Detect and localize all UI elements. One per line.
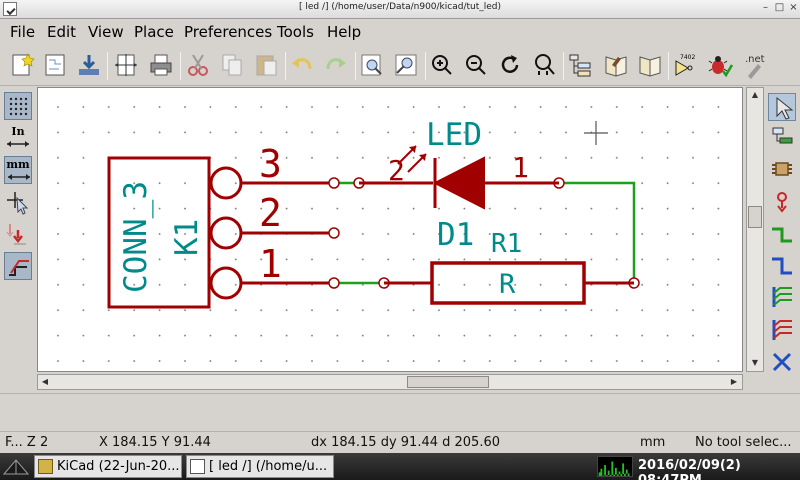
led-value: LED [426,117,482,153]
menu-help[interactable]: Help [327,23,361,41]
hierarchy-nav-tool-icon[interactable] [768,124,796,152]
led-ref: D1 [437,217,474,253]
window-title: [ led /] (/home/user/Data/n900/kicad/tut… [298,2,502,12]
print-icon[interactable] [147,51,175,79]
svg-text:.net: .net [745,54,765,65]
kicad-eeschema-window: [ led /] (/home/user/Data/n900/kicad/tut… [0,0,800,480]
page-settings-icon[interactable] [112,51,140,79]
message-panel [0,393,800,431]
library-browser-icon[interactable] [636,51,664,79]
taskbar-item-kicad-label: KiCad (22-Jun-20... [57,459,180,474]
library-editor-icon[interactable] [602,51,630,79]
erc-icon[interactable] [706,51,734,79]
resistor-ref: R1 [491,229,522,259]
place-power-icon[interactable] [768,188,796,216]
menu-place[interactable]: Place [134,23,174,41]
svg-text:7402: 7402 [680,54,695,61]
menu-tools[interactable]: Tools [277,23,314,41]
find-replace-icon[interactable] [392,51,420,79]
taskbar-clock: 2016/02/09(2) 08:47PM [638,458,741,480]
toolbar-separator [563,52,564,80]
taskbar-item-kicad[interactable]: KiCad (22-Jun-20... [34,455,182,478]
show-grid-toggle[interactable] [4,92,32,120]
paste-icon[interactable] [252,51,280,79]
scroll-down-icon[interactable]: ▼ [748,357,762,369]
zoom-in-icon[interactable] [428,51,456,79]
taskbar-item-eeschema[interactable]: [ led /] (/home/u... [186,455,334,478]
cpu-monitor-icon [597,456,633,477]
save-icon[interactable] [75,51,103,79]
maximize-button[interactable]: □ [774,3,785,14]
scroll-right-icon[interactable]: ▶ [728,376,740,388]
schematic-drawing: CONN_3 K1 3 2 1 LED D1 1 2 R1 R [38,88,742,371]
status-units: mm [640,435,666,450]
main-toolbar: 7402 .net [0,46,800,86]
start-menu-icon[interactable] [2,457,30,476]
annotate-icon[interactable]: 7402 [672,51,700,79]
scroll-left-icon[interactable]: ◀ [39,376,51,388]
no-connect-icon[interactable] [768,348,796,376]
hidden-pins-icon[interactable] [4,220,32,248]
led-pin-1: 1 [512,151,529,184]
connector-pin-2: 2 [259,191,282,235]
redraw-icon[interactable] [496,51,524,79]
connector-ref: K1 [169,219,205,256]
status-delta: dx 184.15 dy 91.44 d 205.60 [311,435,500,450]
cut-icon[interactable] [184,51,212,79]
vertical-scrollbar[interactable]: ▲ ▼ [746,87,764,372]
resistor-value: R [499,269,516,300]
status-zoom: F... Z 2 [5,435,49,450]
eeschema-app-icon [190,459,205,474]
open-schematic-icon[interactable] [41,51,69,79]
undo-icon[interactable] [288,51,316,79]
hierarchy-navigator-icon[interactable] [566,51,594,79]
kicad-app-icon [38,459,53,474]
horizontal-scrollbar[interactable]: ◀ ▶ [37,374,743,390]
led-pin-2: 2 [388,154,405,187]
select-tool-icon[interactable] [768,93,796,121]
place-component-icon[interactable] [768,155,796,183]
wire-to-bus-entry-icon[interactable] [768,283,796,311]
taskbar: KiCad (22-Jun-20... [ led /] (/home/u...… [0,453,800,480]
connector-pin-1: 1 [259,242,282,286]
toolbar-separator [425,52,426,80]
minimize-button[interactable]: – [760,3,771,14]
close-button[interactable]: × [788,3,799,14]
toolbar-separator [668,52,669,80]
horizontal-scroll-thumb[interactable] [407,376,489,388]
title-bar: [ led /] (/home/user/Data/n900/kicad/tut… [0,0,800,19]
find-icon[interactable] [358,51,386,79]
menu-edit[interactable]: Edit [47,23,76,41]
menu-bar: File Edit View Place Preferences Tools H… [0,19,800,46]
zoom-fit-icon[interactable] [530,51,558,79]
netlist-icon[interactable]: .net [740,51,768,79]
menu-view[interactable]: View [88,23,124,41]
redo-icon[interactable] [322,51,350,79]
vertical-scroll-thumb[interactable] [748,206,762,228]
any-angle-bus-icon[interactable] [4,252,32,280]
toolbar-separator [285,52,286,80]
toolbar-separator [180,52,181,80]
status-bar: F... Z 2 X 184.15 Y 91.44 dx 184.15 dy 9… [0,431,800,453]
units-mm-toggle[interactable]: mm [4,156,32,184]
menu-preferences[interactable]: Preferences [184,23,272,41]
copy-icon[interactable] [218,51,246,79]
scroll-up-icon[interactable]: ▲ [748,89,762,101]
schematic-canvas[interactable]: CONN_3 K1 3 2 1 LED D1 1 2 R1 R [37,87,743,372]
new-schematic-icon[interactable] [8,51,36,79]
toolbar-separator [107,52,108,80]
cursor-shape-icon[interactable] [4,188,32,216]
status-cursor-position: X 184.15 Y 91.44 [99,435,211,450]
connector-pin-3: 3 [259,142,282,186]
menu-file[interactable]: File [10,23,35,41]
bus-to-bus-entry-icon[interactable] [768,316,796,344]
connector-value: CONN_3 [118,181,154,293]
zoom-out-icon[interactable] [462,51,490,79]
status-current-tool: No tool selec... [695,435,792,450]
toolbar-separator [355,52,356,80]
place-bus-icon[interactable] [768,253,796,281]
taskbar-item-eeschema-label: [ led /] (/home/u... [209,459,328,474]
place-wire-icon[interactable] [768,221,796,249]
units-inches-toggle[interactable]: In [4,124,32,152]
